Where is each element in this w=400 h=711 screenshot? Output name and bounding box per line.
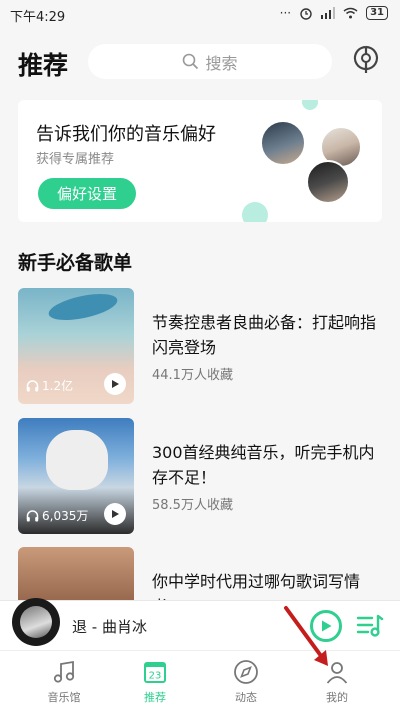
compass-icon [234,659,258,684]
playlist-item[interactable]: 1.2亿 节奏控患者良曲必备：打起响指闪亮登场 44.1万人收藏 [18,288,382,404]
play-icon [112,380,119,388]
playlist-meta: 58.5万人收藏 [152,498,233,513]
playlist-cover: 1.2亿 [18,288,134,404]
album-art [20,606,52,638]
annotation-arrow-icon [284,606,328,666]
signal-icon [321,7,336,19]
play-count: 1.2亿 [26,377,73,394]
playlist-item[interactable]: 你中学时代用过哪句歌词写情书? [18,547,382,600]
decor-dot [242,202,268,222]
battery-icon: 31 [366,6,388,20]
playlist-title: 节奏控患者良曲必备：打起响指闪亮登场 [152,313,377,357]
playlist-title: 你中学时代用过哪句歌词写情书? [152,572,361,600]
wifi-icon [343,7,358,19]
starfish-shape [46,288,120,326]
status-bar: 下午4:29 ··· 31 [0,0,400,28]
decor-dot [302,100,318,110]
preference-title: 告诉我们你的音乐偏好 [36,124,216,145]
tab-recommend[interactable]: 23 推荐 [105,651,205,711]
tab-music-hall[interactable]: 音乐馆 [14,651,114,711]
playlist-cover [18,547,134,600]
queue-icon [356,614,384,637]
headphones-icon [26,509,39,521]
tab-bar: 音乐馆 23 推荐 动态 我的 [0,650,400,711]
preference-subtitle: 获得专属推荐 [36,152,115,167]
svg-text:23: 23 [149,670,162,681]
preference-settings-button[interactable]: 偏好设置 [38,178,136,209]
artist-avatar [306,160,350,204]
radar-icon [353,45,379,73]
playlist-meta: 44.1万人收藏 [152,368,233,383]
play-button[interactable] [104,503,126,525]
more-icon: ··· [279,6,292,20]
calendar-icon: 23 [144,661,166,683]
now-playing-title: 退 - 曲肖冰 [72,618,147,636]
play-button[interactable] [104,373,126,395]
search-placeholder: 搜索 [205,53,238,73]
page-title: 推荐 [18,51,69,80]
play-count: 6,035万 [26,507,88,524]
search-bar[interactable]: 搜索 [88,44,332,79]
play-icon [112,510,119,518]
mini-player[interactable]: 退 - 曲肖冰 [0,598,400,650]
hair-shape [46,430,108,490]
preference-card[interactable]: 告诉我们你的音乐偏好 获得专属推荐 偏好设置 [18,100,382,222]
status-time: 下午4:29 [10,10,66,25]
section-title: 新手必备歌单 [18,252,133,274]
header: 推荐 搜索 [0,28,400,92]
artist-avatar [260,120,306,166]
status-icons: ··· 31 [280,6,388,20]
playlist-queue-button[interactable] [356,613,384,639]
search-icon [183,53,199,70]
playlist-cover: 6,035万 [18,418,134,534]
music-note-icon [53,660,75,683]
radar-button[interactable] [350,42,382,78]
alarm-icon [300,8,312,20]
headphones-icon [26,379,39,391]
playlist-title: 300首经典纯音乐，听完手机内存不足！ [152,443,375,487]
playlist-item[interactable]: 6,035万 300首经典纯音乐，听完手机内存不足！ 58.5万人收藏 [18,418,382,534]
album-disc [12,598,60,646]
